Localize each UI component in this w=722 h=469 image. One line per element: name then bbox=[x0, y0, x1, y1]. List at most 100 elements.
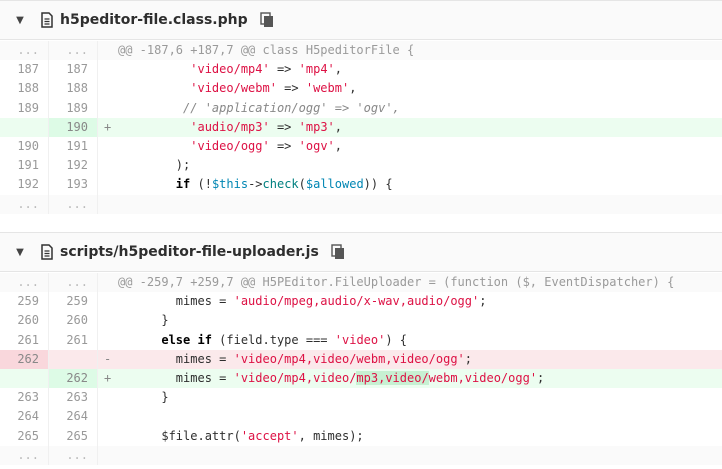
code-token: , bbox=[334, 119, 342, 134]
diff-sign bbox=[98, 292, 118, 311]
new-line-number[interactable]: ... bbox=[49, 194, 98, 214]
old-line-number[interactable]: 189 bbox=[0, 98, 49, 118]
old-line-number[interactable]: 261 bbox=[0, 330, 49, 350]
diff-sign bbox=[98, 137, 118, 156]
diff-line: 188 188 'video/webm' => 'webm', bbox=[0, 79, 722, 99]
code-content: mimes = 'audio/mpeg,audio/x-wav,audio/og… bbox=[118, 292, 722, 311]
code-token: check bbox=[262, 177, 299, 192]
expand-row[interactable]: ...... bbox=[0, 194, 722, 214]
copy-path-icon[interactable] bbox=[259, 12, 274, 28]
new-line-number[interactable]: 261 bbox=[49, 330, 98, 350]
diff-line: 260 260 } bbox=[0, 311, 722, 331]
new-line-number[interactable]: ... bbox=[49, 445, 98, 465]
collapse-toggle-icon[interactable]: ▼ bbox=[0, 247, 40, 258]
diff-line: 190 + 'audio/mp3' => 'mp3', bbox=[0, 117, 722, 137]
diff-sign bbox=[98, 407, 118, 426]
code-token: (field.type === bbox=[211, 332, 335, 347]
code-token: ( bbox=[298, 177, 306, 192]
code-token: ; bbox=[464, 351, 473, 366]
diff-file-2: ... ... @@ -259,7 +259,7 @@ H5PEditor.Fi… bbox=[0, 273, 722, 465]
old-line-number[interactable]: 264 bbox=[0, 407, 49, 427]
new-line-number[interactable]: 260 bbox=[49, 311, 98, 331]
new-line-number[interactable]: 190 bbox=[49, 117, 98, 137]
code-token: 'audio/mpeg,audio/x-wav,audio/ogg' bbox=[233, 294, 480, 309]
new-line-number[interactable]: 192 bbox=[49, 156, 98, 176]
code-token: => bbox=[269, 138, 299, 153]
code-token: mimes = bbox=[118, 294, 234, 309]
file-icon bbox=[40, 244, 54, 260]
new-line-number[interactable]: 191 bbox=[49, 136, 98, 157]
new-line-number[interactable]: 264 bbox=[49, 407, 98, 427]
diff-line: 265 265 $file.attr('accept', mimes); bbox=[0, 426, 722, 446]
diff-sign bbox=[98, 79, 118, 98]
old-line-number[interactable]: 192 bbox=[0, 175, 49, 195]
diff-line: 187 187 'video/mp4' => 'mp4', bbox=[0, 60, 722, 80]
diff-sign bbox=[98, 446, 118, 465]
file-name[interactable]: scripts/h5peditor-file-uploader.js bbox=[60, 244, 319, 260]
code-token: , bbox=[349, 81, 357, 96]
old-line-number[interactable]: 262 bbox=[0, 349, 49, 369]
diff-sign bbox=[98, 331, 118, 350]
code-token: , bbox=[334, 62, 342, 77]
code-token: if bbox=[175, 177, 191, 192]
old-line-number[interactable]: 187 bbox=[0, 60, 49, 80]
diff-line: 263 263 } bbox=[0, 388, 722, 408]
code-content bbox=[118, 446, 722, 465]
code-content bbox=[118, 195, 722, 214]
code-token: => bbox=[276, 81, 306, 96]
old-line-number[interactable]: 190 bbox=[0, 136, 49, 157]
code-token: ; bbox=[537, 370, 545, 385]
old-line-number[interactable]: 265 bbox=[0, 426, 49, 446]
code-token: $allowed bbox=[305, 177, 364, 192]
code-token: (! bbox=[190, 177, 212, 192]
code-content: 'audio/mp3' => 'mp3', bbox=[118, 118, 722, 137]
copy-path-icon[interactable] bbox=[331, 244, 345, 260]
old-line-number[interactable]: 263 bbox=[0, 388, 49, 408]
hunk-header: @@ -259,7 +259,7 @@ H5PEditor.FileUpload… bbox=[118, 275, 675, 289]
collapse-toggle-icon[interactable]: ▼ bbox=[0, 15, 40, 26]
old-line-number[interactable]: 259 bbox=[0, 292, 49, 312]
expand-row[interactable]: ...... bbox=[0, 445, 722, 465]
new-line-number[interactable]: 188 bbox=[49, 79, 98, 99]
code-token: 'video/ogg' bbox=[190, 138, 270, 153]
code-content: else if (field.type === 'video') { bbox=[118, 331, 722, 350]
code-token: ; bbox=[479, 294, 487, 309]
diff-line: 264 264 bbox=[0, 407, 722, 427]
new-line-number[interactable]: 187 bbox=[49, 60, 98, 80]
new-line-number[interactable] bbox=[49, 349, 98, 369]
new-line-number[interactable]: 193 bbox=[49, 175, 98, 195]
code-token: 'mp4' bbox=[298, 62, 335, 77]
hunk-header: @@ -187,6 +187,7 @@ class H5peditorFile … bbox=[118, 43, 415, 57]
new-line-number[interactable]: 262 bbox=[49, 368, 98, 389]
diff-line: 259 259 mimes = 'audio/mpeg,audio/x-wav,a… bbox=[0, 292, 722, 312]
diff-sign bbox=[98, 60, 118, 79]
code-token: else if bbox=[161, 332, 212, 347]
old-line-number[interactable]: ... bbox=[0, 445, 49, 465]
file-name[interactable]: h5peditor-file.class.php bbox=[60, 12, 248, 28]
code-token: // 'application/ogg' => 'ogv', bbox=[183, 100, 400, 115]
old-line-number[interactable] bbox=[0, 117, 49, 137]
code-token: } bbox=[118, 390, 169, 405]
new-line-number[interactable]: 189 bbox=[49, 98, 98, 118]
file-header-1: ▼ h5peditor-file.class.php bbox=[0, 0, 722, 40]
diff-sign bbox=[98, 99, 118, 118]
diff-line: 192 193 if (!$this->check($allowed)) { bbox=[0, 175, 722, 195]
old-line-number[interactable]: 188 bbox=[0, 79, 49, 99]
old-line-number[interactable]: 191 bbox=[0, 156, 49, 176]
code-token: 'video/webm' bbox=[190, 81, 277, 96]
old-line-number[interactable]: 260 bbox=[0, 311, 49, 331]
diff-sign bbox=[98, 311, 118, 330]
old-line-number[interactable]: ... bbox=[0, 194, 49, 214]
diff-sign: - bbox=[104, 351, 112, 366]
code-content: mimes = 'video/mp4,video/webm,video/ogg'… bbox=[118, 350, 722, 369]
new-line-number[interactable]: 265 bbox=[49, 426, 98, 446]
code-token: ) { bbox=[385, 332, 408, 347]
new-line-number[interactable]: 263 bbox=[49, 388, 98, 408]
code-content: } bbox=[118, 388, 722, 407]
new-line-number[interactable]: 259 bbox=[49, 292, 98, 312]
old-line-number[interactable] bbox=[0, 368, 49, 389]
